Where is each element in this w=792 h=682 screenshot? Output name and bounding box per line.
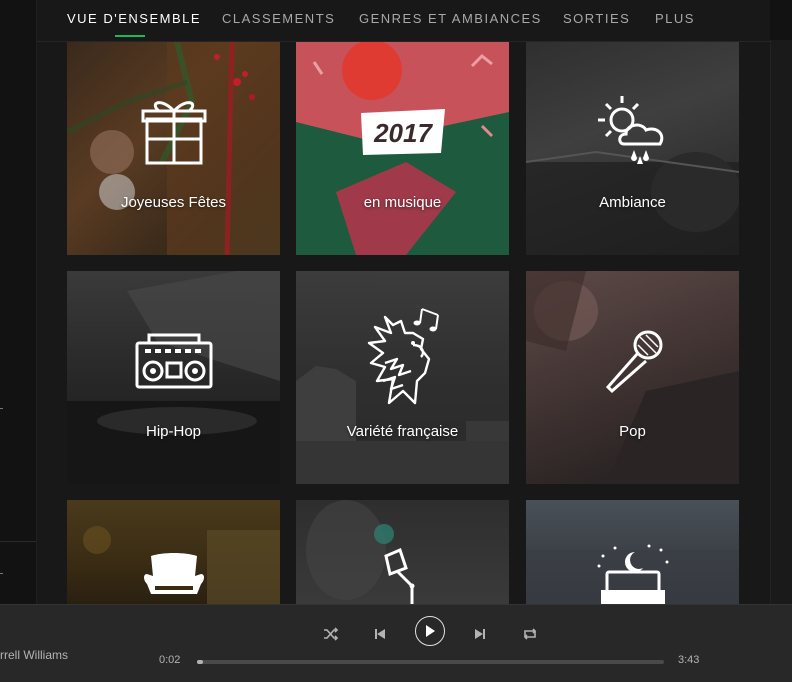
gift-icon <box>67 95 280 167</box>
total-time: 3:43 <box>678 654 700 666</box>
tile-title: Hip-Hop <box>145 423 202 440</box>
shuffle-button[interactable] <box>320 623 342 645</box>
next-icon <box>475 629 485 639</box>
right-panel-edge <box>770 40 792 604</box>
previous-button[interactable] <box>369 623 391 645</box>
progress-fill <box>197 660 203 664</box>
tab-label: VUE D'ENSEMBLE <box>67 11 202 26</box>
tab-overview[interactable]: VUE D'ENSEMBLE <box>67 11 202 37</box>
boombox-icon <box>67 331 280 391</box>
armchair-icon <box>67 552 280 604</box>
microphone-icon <box>526 327 739 397</box>
tab-releases[interactable]: SORTIES <box>563 11 630 26</box>
sidebar-divider <box>0 541 36 542</box>
tab-charts[interactable]: CLASSEMENTS <box>222 11 335 26</box>
current-time: 0:02 <box>159 654 181 666</box>
top-navigation: VUE D'ENSEMBLE CLASSEMENTS GENRES ET AMB… <box>37 0 770 42</box>
tile-title: Ambiance <box>599 194 666 211</box>
next-button[interactable] <box>469 623 491 645</box>
tab-label: GENRES ET AMBIANCES <box>359 11 542 26</box>
tile-mood[interactable]: Ambiance <box>526 42 739 255</box>
play-button[interactable] <box>415 616 445 646</box>
tile-2017-music[interactable]: 2017 en musique <box>296 42 509 255</box>
sidebar-marker <box>0 408 3 409</box>
rooster-icon <box>296 303 509 407</box>
year-badge-text: 2017 <box>373 118 433 148</box>
tile-title: Pop <box>619 423 646 440</box>
left-sidebar <box>0 0 37 604</box>
browse-grid: Joyeuses Fêtes 2017 en musique Ambiance … <box>37 42 770 604</box>
sidebar-marker <box>0 573 3 574</box>
year-badge: 2017 <box>296 109 509 155</box>
repeat-icon <box>523 628 537 640</box>
tab-label: CLASSEMENTS <box>222 11 336 26</box>
repeat-button[interactable] <box>519 623 541 645</box>
lamp-icon <box>296 546 509 604</box>
playback-progress-bar[interactable] <box>197 660 664 664</box>
player-bar: rrell Williams 0:02 3:43 <box>0 604 792 682</box>
previous-icon <box>375 629 385 639</box>
tile-title: Joyeuses Fêtes <box>120 194 227 211</box>
sleep-icon <box>526 544 739 604</box>
tile-focus[interactable] <box>296 500 509 604</box>
tile-chill[interactable] <box>67 500 280 604</box>
weather-icon <box>526 92 739 164</box>
active-tab-indicator <box>115 35 145 37</box>
now-playing-artist[interactable]: rrell Williams <box>0 648 70 662</box>
tile-title: en musique <box>363 194 442 211</box>
tile-hip-hop[interactable]: Hip-Hop <box>67 271 280 484</box>
tile-title: Variété française <box>346 423 459 440</box>
play-icon <box>426 625 435 637</box>
tile-holidays[interactable]: Joyeuses Fêtes <box>67 42 280 255</box>
tab-more[interactable]: PLUS <box>655 11 695 26</box>
tile-pop[interactable]: Pop <box>526 271 739 484</box>
tile-sleep[interactable] <box>526 500 739 604</box>
shuffle-icon <box>324 627 339 641</box>
tab-label: SORTIES <box>563 11 631 26</box>
tab-genres-moods[interactable]: GENRES ET AMBIANCES <box>359 11 542 26</box>
tab-label: PLUS <box>655 11 695 26</box>
tile-french-variety[interactable]: Variété française <box>296 271 509 484</box>
